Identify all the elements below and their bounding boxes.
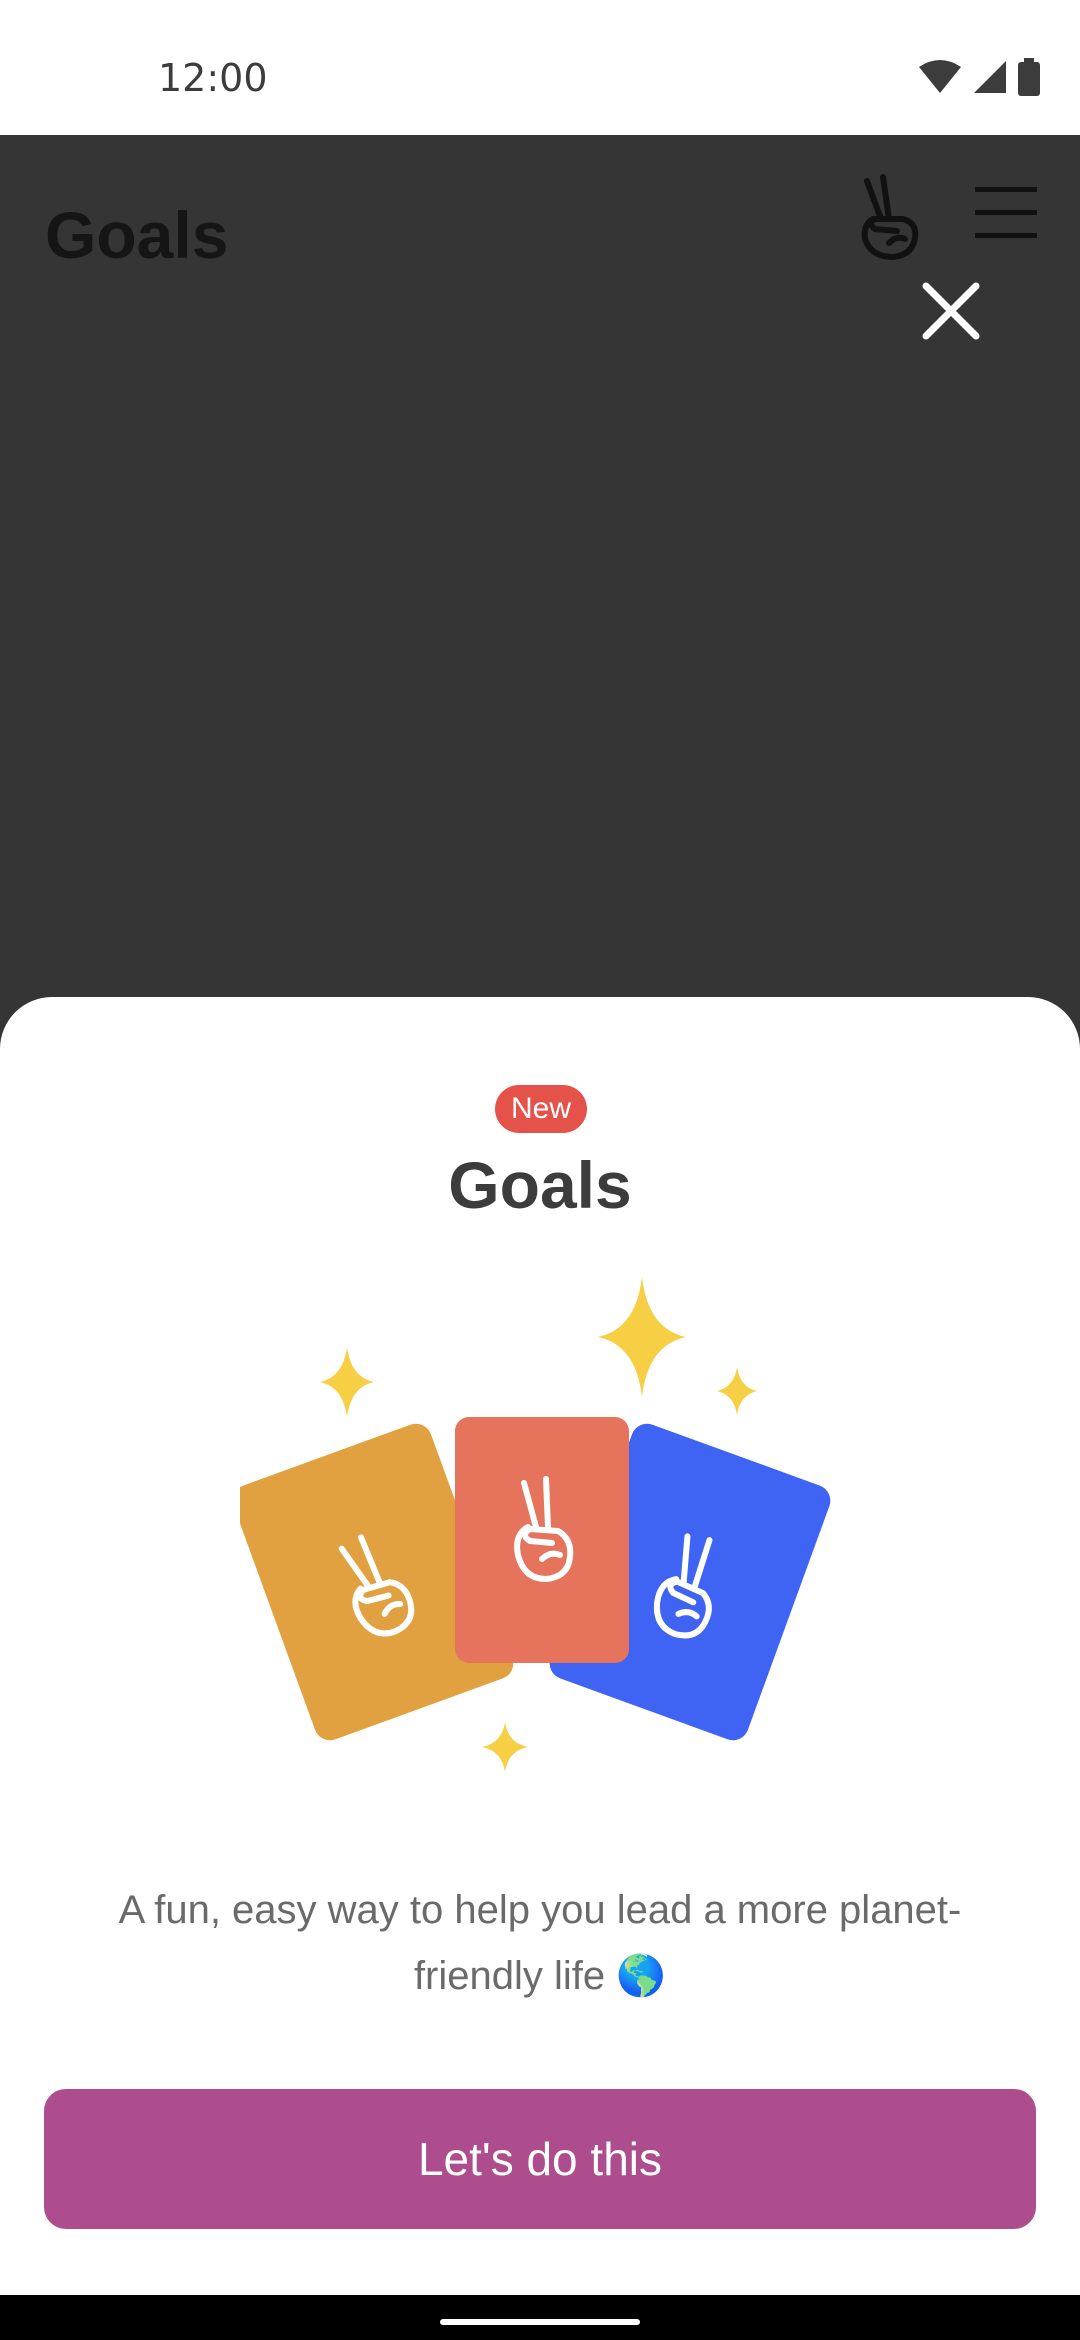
sheet-description: A fun, easy way to help you lead a more … <box>118 1888 962 1998</box>
status-icons <box>918 58 1040 96</box>
wifi-icon <box>919 60 961 93</box>
goals-bottom-sheet: New Goals A fun, easy way to help you le… <box>0 997 1080 2295</box>
sparkle-icon <box>717 1367 757 1415</box>
lets-do-this-button[interactable]: Let's do this <box>44 2089 1036 2229</box>
signal-icon <box>974 61 1006 93</box>
close-icon[interactable] <box>920 280 982 342</box>
status-bar: 12:00 <box>0 0 1080 135</box>
sparkle-icon <box>482 1722 528 1772</box>
status-time: 12:00 <box>158 56 268 100</box>
goals-cards-illustration <box>240 1277 831 1772</box>
battery-icon <box>1018 58 1040 96</box>
sparkle-icon <box>320 1347 374 1417</box>
peace-hand-icon[interactable] <box>853 173 925 261</box>
home-handle[interactable] <box>440 2319 640 2325</box>
menu-icon[interactable] <box>975 187 1037 239</box>
page-title: Goals <box>45 198 229 272</box>
sheet-title: Goals <box>448 1148 632 1222</box>
sparkle-icon <box>598 1277 686 1397</box>
navigation-bar <box>0 2295 1080 2340</box>
new-badge: New <box>495 1085 587 1133</box>
